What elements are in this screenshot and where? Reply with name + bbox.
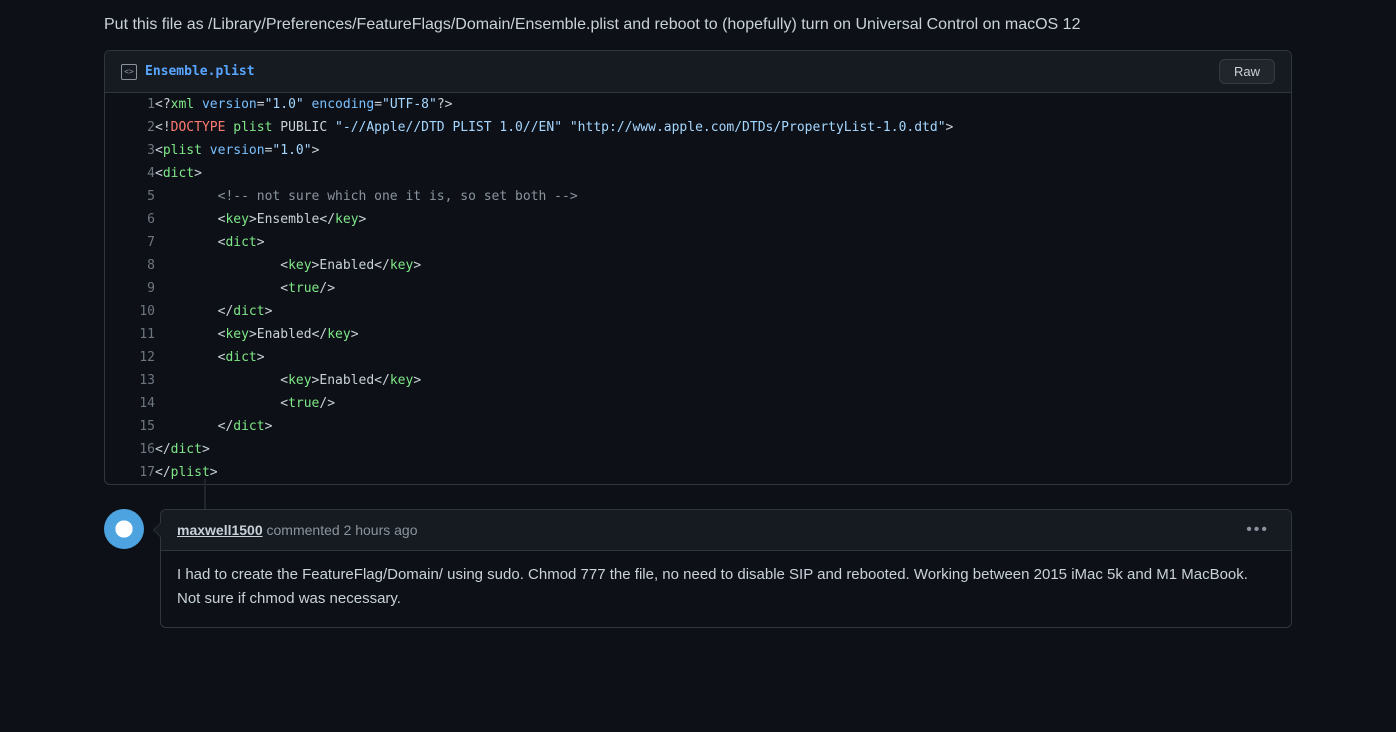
code-line: 11 <key>Enabled</key> xyxy=(105,323,1291,346)
line-number[interactable]: 8 xyxy=(105,254,155,277)
code-file-icon: <> xyxy=(121,64,137,80)
avatar[interactable] xyxy=(104,509,144,549)
file-header: <> Ensemble.plist Raw xyxy=(105,51,1291,93)
file-name-link[interactable]: Ensemble.plist xyxy=(145,64,255,79)
line-content: <plist version="1.0"> xyxy=(155,139,1291,162)
code-line: 5 <!-- not sure which one it is, so set … xyxy=(105,185,1291,208)
line-number[interactable]: 12 xyxy=(105,346,155,369)
line-content: <key>Ensemble</key> xyxy=(155,208,1291,231)
file-box: <> Ensemble.plist Raw 1<?xml version="1.… xyxy=(104,50,1292,485)
line-number[interactable]: 3 xyxy=(105,139,155,162)
line-number[interactable]: 2 xyxy=(105,116,155,139)
line-number[interactable]: 14 xyxy=(105,392,155,415)
line-content: <!-- not sure which one it is, so set bo… xyxy=(155,185,1291,208)
code-line: 1<?xml version="1.0" encoding="UTF-8"?> xyxy=(105,93,1291,116)
line-number[interactable]: 16 xyxy=(105,438,155,461)
line-content: <?xml version="1.0" encoding="UTF-8"?> xyxy=(155,93,1291,116)
gist-description: Put this file as /Library/Preferences/Fe… xyxy=(104,16,1292,34)
kebab-icon[interactable]: ••• xyxy=(1240,518,1275,542)
line-content: <key>Enabled</key> xyxy=(155,323,1291,346)
line-content: </dict> xyxy=(155,415,1291,438)
code-line: 10 </dict> xyxy=(105,300,1291,323)
code-line: 14 <true/> xyxy=(105,392,1291,415)
code-line: 2<!DOCTYPE plist PUBLIC "-//Apple//DTD P… xyxy=(105,116,1291,139)
line-content: <!DOCTYPE plist PUBLIC "-//Apple//DTD PL… xyxy=(155,116,1291,139)
code-line: 6 <key>Ensemble</key> xyxy=(105,208,1291,231)
line-content: <key>Enabled</key> xyxy=(155,369,1291,392)
comment-timestamp-link[interactable]: 2 hours ago xyxy=(344,522,418,538)
line-number[interactable]: 10 xyxy=(105,300,155,323)
code-line: 3<plist version="1.0"> xyxy=(105,139,1291,162)
line-number[interactable]: 15 xyxy=(105,415,155,438)
raw-button[interactable]: Raw xyxy=(1219,59,1275,84)
line-number[interactable]: 1 xyxy=(105,93,155,116)
code-line: 13 <key>Enabled</key> xyxy=(105,369,1291,392)
line-number[interactable]: 11 xyxy=(105,323,155,346)
line-content: <dict> xyxy=(155,346,1291,369)
code-line: 15 </dict> xyxy=(105,415,1291,438)
line-number[interactable]: 4 xyxy=(105,162,155,185)
line-number[interactable]: 9 xyxy=(105,277,155,300)
line-content: </dict> xyxy=(155,300,1291,323)
code-line: 7 <dict> xyxy=(105,231,1291,254)
line-number[interactable]: 17 xyxy=(105,461,155,484)
code-line: 4<dict> xyxy=(105,162,1291,185)
line-content: </dict> xyxy=(155,438,1291,461)
line-content: <true/> xyxy=(155,392,1291,415)
line-content: <dict> xyxy=(155,231,1291,254)
line-number[interactable]: 5 xyxy=(105,185,155,208)
comment-header: maxwell1500 commented 2 hours ago ••• xyxy=(161,510,1291,551)
line-content: <true/> xyxy=(155,277,1291,300)
line-content: </plist> xyxy=(155,461,1291,484)
comment-author-link[interactable]: maxwell1500 xyxy=(177,522,263,538)
comment-action-text: commented xyxy=(267,522,340,538)
comment: maxwell1500 commented 2 hours ago ••• I … xyxy=(104,509,1292,628)
code-line: 9 <true/> xyxy=(105,277,1291,300)
code-line: 8 <key>Enabled</key> xyxy=(105,254,1291,277)
line-number[interactable]: 7 xyxy=(105,231,155,254)
code-line: 17</plist> xyxy=(105,461,1291,484)
line-content: <key>Enabled</key> xyxy=(155,254,1291,277)
line-content: <dict> xyxy=(155,162,1291,185)
code-line: 12 <dict> xyxy=(105,346,1291,369)
line-number[interactable]: 13 xyxy=(105,369,155,392)
line-number[interactable]: 6 xyxy=(105,208,155,231)
code-line: 16</dict> xyxy=(105,438,1291,461)
comment-body: I had to create the FeatureFlag/Domain/ … xyxy=(161,551,1291,627)
code-table: 1<?xml version="1.0" encoding="UTF-8"?>2… xyxy=(105,93,1291,484)
